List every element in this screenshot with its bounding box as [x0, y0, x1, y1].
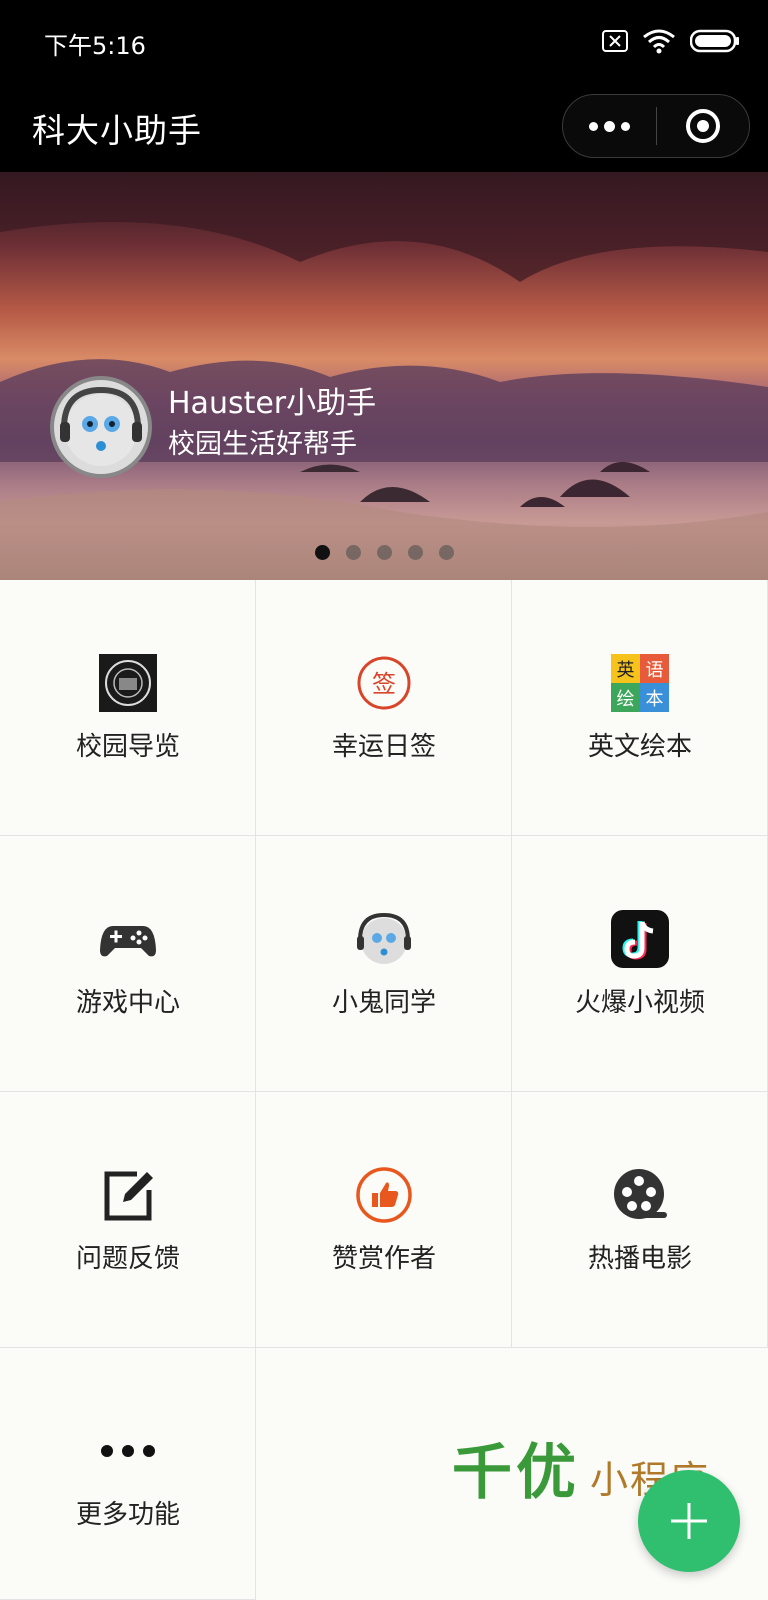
- status-time: 下午5:16: [44, 32, 146, 60]
- carousel-dot-1[interactable]: [314, 545, 330, 560]
- banner-subtitle: 校园生活好帮手: [168, 429, 357, 460]
- grid-item-daily-sign[interactable]: 签 幸运日签: [256, 580, 512, 836]
- grid-item-label: 校园导览: [75, 732, 180, 762]
- grid-item-label: 问题反馈: [75, 1244, 180, 1274]
- grid-item-short-video[interactable]: 火爆小视频: [512, 836, 768, 1092]
- campus-guide-icon: [99, 654, 157, 712]
- banner-carousel[interactable]: Hauster小助手 校园生活好帮手: [0, 172, 768, 580]
- page-title: 科大小助手: [32, 111, 202, 150]
- grid-item-more[interactable]: 更多功能: [0, 1348, 256, 1600]
- svg-text:语: 语: [646, 660, 664, 681]
- miniprogram-capsule: [562, 94, 750, 158]
- wifi-icon: [643, 29, 675, 54]
- daily-sign-icon: 签: [355, 654, 413, 712]
- banner-image: [0, 172, 768, 580]
- more-dots-icon: [99, 1422, 157, 1480]
- film-reel-icon: [611, 1166, 669, 1224]
- grid-item-feedback[interactable]: 问题反馈: [0, 1092, 256, 1348]
- svg-text:英: 英: [617, 660, 635, 681]
- edit-icon: [99, 1166, 157, 1224]
- more-dots-icon: [589, 121, 598, 131]
- carousel-dot-4[interactable]: [407, 545, 423, 560]
- svg-text:本: 本: [646, 689, 664, 710]
- robot-mascot-icon: [355, 910, 413, 968]
- grid-item-label: 火爆小视频: [574, 988, 705, 1018]
- sign-char: 签: [372, 670, 396, 698]
- grid-item-label: 幸运日签: [331, 732, 436, 762]
- grid-item-english-book[interactable]: 英 语 绘 本 英文绘本: [512, 580, 768, 836]
- grid-item-game-center[interactable]: 游戏中心: [0, 836, 256, 1092]
- plus-icon: [671, 1503, 707, 1539]
- tiktok-icon: [611, 910, 669, 968]
- status-bar: 下午5:16: [0, 0, 768, 84]
- grid-item-label: 热播电影: [587, 1244, 692, 1274]
- navigation-bar: 科大小助手: [0, 84, 768, 172]
- mascot-avatar: [50, 376, 152, 478]
- add-floating-button[interactable]: [638, 1470, 740, 1572]
- target-close-icon: [685, 109, 720, 143]
- grid-item-reward-author[interactable]: 赞赏作者: [256, 1092, 512, 1348]
- grid-item-label: 赞赏作者: [331, 1244, 436, 1274]
- grid-item-movies[interactable]: 热播电影: [512, 1092, 768, 1348]
- carousel-dot-3[interactable]: [376, 545, 392, 560]
- close-miniprogram-button[interactable]: [657, 94, 749, 158]
- grid-item-campus-guide[interactable]: 校园导览: [0, 580, 256, 836]
- status-icons: [602, 28, 740, 54]
- carousel-dot-5[interactable]: [438, 545, 454, 560]
- carousel-indicators: [0, 545, 768, 560]
- battery-icon: [690, 29, 739, 53]
- carousel-dot-2[interactable]: [345, 545, 361, 560]
- banner-name: Hauster小助手: [168, 386, 377, 421]
- grid-item-label: 更多功能: [75, 1500, 180, 1530]
- watermark-brand: 千优: [452, 1438, 580, 1508]
- english-picture-book-icon: 英 语 绘 本: [611, 654, 669, 712]
- thumbs-up-icon: [355, 1166, 413, 1224]
- grid-item-mascot[interactable]: 小鬼同学: [256, 836, 512, 1092]
- more-menu-button[interactable]: [563, 94, 656, 158]
- svg-text:绘: 绘: [617, 689, 635, 710]
- grid-item-label: 小鬼同学: [331, 988, 436, 1018]
- grid-item-label: 游戏中心: [75, 988, 180, 1018]
- gamepad-icon: [99, 910, 157, 968]
- grid-item-label: 英文绘本: [587, 732, 692, 762]
- sim-off-icon: [602, 30, 628, 52]
